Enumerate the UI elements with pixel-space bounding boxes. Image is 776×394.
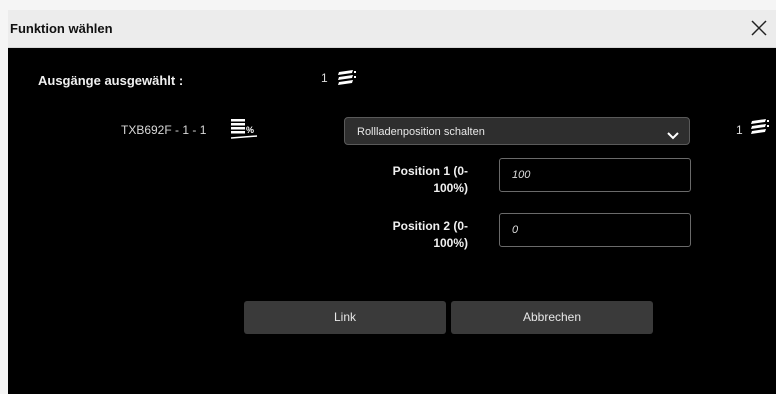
position-2-input[interactable] xyxy=(499,213,691,247)
selected-outputs-count: 1 xyxy=(321,71,328,85)
position-1-input[interactable] xyxy=(499,158,691,192)
cancel-button[interactable]: Abbrechen xyxy=(451,301,653,334)
position-1-label-line1: Position 1 (0- xyxy=(392,164,468,178)
position-2-label-line1: Position 2 (0- xyxy=(392,219,468,233)
close-icon[interactable] xyxy=(750,19,768,37)
function-select-value: Rollladenposition schalten xyxy=(357,126,485,138)
dialog-content: Ausgänge ausgewählt : 1 TXB692F - 1 - 1 … xyxy=(8,48,776,394)
position-1-label-line2: 100%) xyxy=(433,181,468,195)
shutter-percent-icon: % xyxy=(230,118,258,145)
chevron-down-icon xyxy=(667,127,679,145)
function-select[interactable]: Rollladenposition schalten xyxy=(344,117,690,145)
position-2-label-line2: 100%) xyxy=(433,236,468,250)
position-1-label: Position 1 (0- 100%) xyxy=(348,163,468,197)
output-count: 1 xyxy=(736,123,743,137)
output-stack-icon xyxy=(337,69,357,92)
device-name: TXB692F - 1 - 1 xyxy=(121,123,207,137)
function-dialog: Funktion wählen Ausgänge ausgewählt : 1 … xyxy=(0,0,776,394)
selected-outputs-label: Ausgänge ausgewählt : xyxy=(38,73,184,88)
link-button[interactable]: Link xyxy=(244,301,446,334)
dialog-title: Funktion wählen xyxy=(10,21,113,36)
output-stack-icon xyxy=(750,118,770,141)
position-2-label: Position 2 (0- 100%) xyxy=(348,218,468,252)
dialog-titlebar: Funktion wählen xyxy=(8,10,776,48)
svg-text:%: % xyxy=(246,125,254,135)
